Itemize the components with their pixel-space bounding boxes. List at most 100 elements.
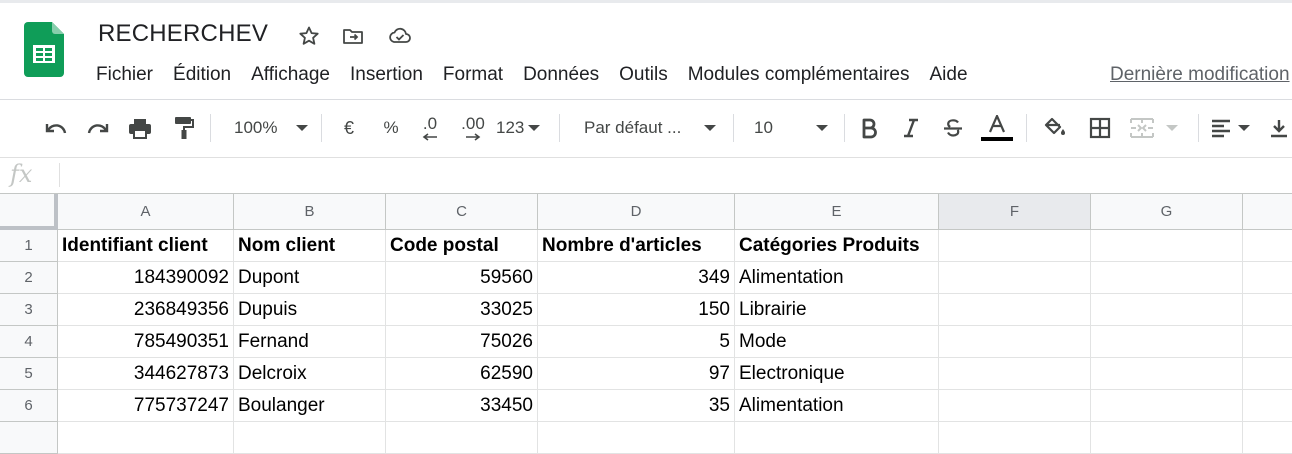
cell-d7[interactable]: [538, 422, 735, 454]
cell-a4[interactable]: 785490351: [58, 326, 234, 358]
cell-a7[interactable]: [58, 422, 234, 454]
cell-c4[interactable]: 75026: [386, 326, 538, 358]
cell-a1[interactable]: Identifiant client: [58, 230, 234, 262]
sheets-logo-icon[interactable]: [24, 22, 64, 77]
font-family-select[interactable]: Par défaut ...: [576, 112, 724, 144]
row-header-5[interactable]: 5: [0, 358, 58, 390]
italic-button[interactable]: [896, 112, 926, 144]
cell-d1[interactable]: Nombre d'articles: [538, 230, 735, 262]
horizontal-align-select[interactable]: [1208, 112, 1262, 144]
cell-h4[interactable]: [1243, 326, 1292, 358]
cell-f3[interactable]: [939, 294, 1091, 326]
star-icon[interactable]: [297, 24, 321, 48]
cell-d5[interactable]: 97: [538, 358, 735, 390]
cell-a3[interactable]: 236849356: [58, 294, 234, 326]
cell-d6[interactable]: 35: [538, 390, 735, 422]
row-header-2[interactable]: 2: [0, 262, 58, 294]
menu-aide[interactable]: Aide: [919, 62, 977, 88]
cell-c2[interactable]: 59560: [386, 262, 538, 294]
cell-g6[interactable]: [1091, 390, 1243, 422]
cell-c6[interactable]: 33450: [386, 390, 538, 422]
cell-e7[interactable]: [735, 422, 939, 454]
cell-b7[interactable]: [234, 422, 386, 454]
cell-d3[interactable]: 150: [538, 294, 735, 326]
cell-f6[interactable]: [939, 390, 1091, 422]
cell-b3[interactable]: Dupuis: [234, 294, 386, 326]
cell-h2[interactable]: [1243, 262, 1292, 294]
row-header-4[interactable]: 4: [0, 326, 58, 358]
bold-button[interactable]: [854, 112, 884, 144]
cell-c1[interactable]: Code postal: [386, 230, 538, 262]
cell-f4[interactable]: [939, 326, 1091, 358]
column-header-g[interactable]: G: [1091, 194, 1243, 230]
formula-input[interactable]: [66, 160, 1286, 190]
cell-b2[interactable]: Dupont: [234, 262, 386, 294]
cell-e5[interactable]: Electronique: [735, 358, 939, 390]
row-header-6[interactable]: 6: [0, 390, 58, 422]
cell-g5[interactable]: [1091, 358, 1243, 390]
menu-edition[interactable]: Édition: [163, 62, 241, 88]
column-header-h[interactable]: [1243, 194, 1292, 230]
cell-h5[interactable]: [1243, 358, 1292, 390]
print-button[interactable]: [124, 112, 156, 144]
cell-h6[interactable]: [1243, 390, 1292, 422]
cell-h3[interactable]: [1243, 294, 1292, 326]
percent-format-button[interactable]: %: [376, 112, 406, 144]
menu-outils[interactable]: Outils: [609, 62, 678, 88]
column-header-b[interactable]: B: [234, 194, 386, 230]
cell-g7[interactable]: [1091, 422, 1243, 454]
undo-button[interactable]: [40, 112, 72, 144]
cell-b6[interactable]: Boulanger: [234, 390, 386, 422]
cell-c3[interactable]: 33025: [386, 294, 538, 326]
strikethrough-button[interactable]: [938, 112, 968, 144]
column-header-e[interactable]: E: [735, 194, 939, 230]
cell-a2[interactable]: 184390092: [58, 262, 234, 294]
currency-format-button[interactable]: €: [334, 112, 364, 144]
vertical-align-button[interactable]: [1268, 112, 1292, 144]
cell-g3[interactable]: [1091, 294, 1243, 326]
cell-e1[interactable]: Catégories Produits: [735, 230, 939, 262]
decrease-decimals-button[interactable]: .0: [414, 112, 446, 144]
cell-f2[interactable]: [939, 262, 1091, 294]
cell-d4[interactable]: 5: [538, 326, 735, 358]
cloud-saved-icon[interactable]: [387, 24, 411, 48]
cell-b4[interactable]: Fernand: [234, 326, 386, 358]
paint-format-button[interactable]: [168, 112, 198, 144]
menu-affichage[interactable]: Affichage: [241, 62, 340, 88]
cell-e4[interactable]: Mode: [735, 326, 939, 358]
redo-button[interactable]: [82, 112, 114, 144]
menu-fichier[interactable]: Fichier: [86, 62, 163, 88]
merge-cells-button[interactable]: [1128, 112, 1188, 144]
cell-g2[interactable]: [1091, 262, 1243, 294]
borders-button[interactable]: [1084, 112, 1116, 144]
zoom-select[interactable]: 100%: [226, 112, 316, 144]
document-title[interactable]: RECHERCHEV: [98, 20, 268, 48]
cell-e2[interactable]: Alimentation: [735, 262, 939, 294]
row-header-3[interactable]: 3: [0, 294, 58, 326]
cell-b5[interactable]: Delcroix: [234, 358, 386, 390]
text-color-button[interactable]: [980, 112, 1014, 144]
font-size-select[interactable]: 10: [746, 112, 836, 144]
cell-c5[interactable]: 62590: [386, 358, 538, 390]
menu-modules[interactable]: Modules complémentaires: [678, 62, 920, 88]
menu-insertion[interactable]: Insertion: [340, 62, 433, 88]
column-header-a[interactable]: A: [58, 194, 234, 230]
cell-e6[interactable]: Alimentation: [735, 390, 939, 422]
move-to-folder-icon[interactable]: [341, 24, 365, 48]
cell-b1[interactable]: Nom client: [234, 230, 386, 262]
cell-a5[interactable]: 344627873: [58, 358, 234, 390]
cell-f1[interactable]: [939, 230, 1091, 262]
more-formats-select[interactable]: 123: [496, 112, 548, 144]
cell-g4[interactable]: [1091, 326, 1243, 358]
cell-f5[interactable]: [939, 358, 1091, 390]
column-header-d[interactable]: D: [538, 194, 735, 230]
column-header-c[interactable]: C: [386, 194, 538, 230]
increase-decimals-button[interactable]: .00: [455, 112, 491, 144]
cell-d2[interactable]: 349: [538, 262, 735, 294]
cell-c7[interactable]: [386, 422, 538, 454]
row-header-7[interactable]: [0, 422, 58, 454]
select-all-corner[interactable]: [0, 194, 58, 230]
menu-format[interactable]: Format: [433, 62, 513, 88]
cell-h7[interactable]: [1243, 422, 1292, 454]
cell-f7[interactable]: [939, 422, 1091, 454]
